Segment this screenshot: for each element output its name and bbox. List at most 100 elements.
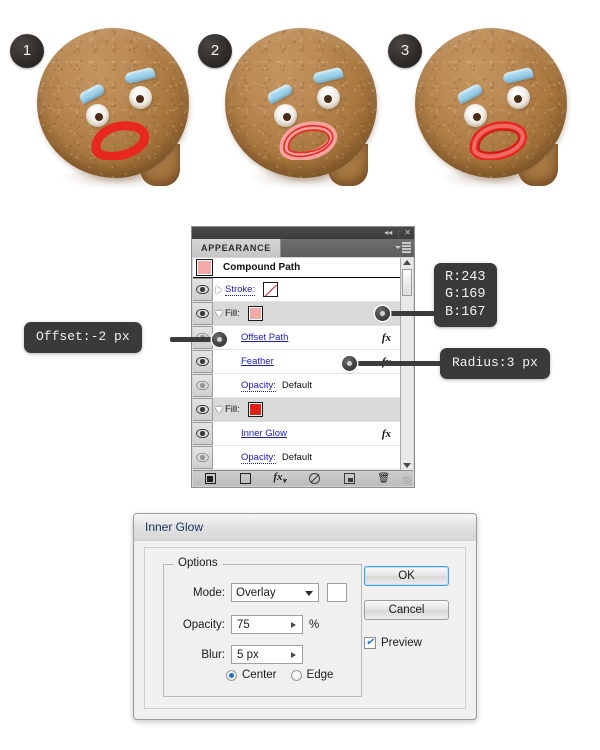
mode-label: Mode: [193, 586, 225, 599]
row-label-fill-2[interactable]: Fill: [225, 404, 240, 415]
titlebar-separator: | [397, 228, 400, 238]
table-row[interactable]: Inner Glow fx [193, 422, 400, 446]
inner-glow-dialog[interactable]: Inner Glow Options Mode: Overlay Opacity… [133, 513, 477, 720]
spinner-arrow-icon[interactable] [291, 652, 296, 658]
radio-edge[interactable]: Edge [290, 669, 334, 681]
callout-knob-feather [342, 356, 357, 371]
row-label-stroke[interactable]: Stroke: [225, 284, 256, 296]
add-new-stroke-button[interactable] [193, 473, 228, 484]
callout-leader-radius [348, 361, 444, 366]
table-row[interactable]: Opacity: Default [193, 374, 400, 398]
step-badge-3: 3 [388, 34, 422, 68]
row-label-opacity-1[interactable]: Opacity: [241, 380, 276, 392]
visibility-toggle-icon[interactable] [193, 374, 213, 397]
panel-titlebar: ◂◂ | ✕ [192, 227, 414, 239]
add-new-fill-button[interactable] [228, 473, 263, 484]
visibility-toggle-icon[interactable] [193, 398, 213, 421]
row-label-fill-1[interactable]: Fill: [225, 308, 240, 319]
row-label-inner-glow[interactable]: Inner Glow [241, 428, 287, 439]
tab-appearance[interactable]: APPEARANCE [192, 239, 282, 257]
hamburger-icon [402, 242, 411, 253]
opacity-row: Opacity: 75 % [173, 615, 358, 634]
preview-checkbox[interactable]: ✔ [364, 637, 376, 649]
radio-edge-label: Edge [306, 669, 334, 681]
eye-icon [196, 285, 209, 294]
dialog-titlebar: Inner Glow [134, 514, 476, 541]
blur-row: Blur: 5 px [173, 645, 358, 664]
clear-appearance-button[interactable] [297, 473, 332, 484]
step-badge-2: 2 [198, 34, 232, 68]
row-label-offset-path[interactable]: Offset Path [241, 332, 288, 343]
add-new-effect-button[interactable]: fx▾ [262, 471, 297, 485]
mouth-icing [90, 118, 150, 160]
options-legend: Options [174, 557, 222, 569]
chevron-down-icon [395, 245, 401, 249]
disclosure-triangle-icon[interactable] [213, 285, 225, 294]
target-swatch[interactable] [196, 259, 213, 276]
cookie-face-step-1: 1 [8, 20, 198, 205]
delete-item-button[interactable]: 🗑 [366, 473, 401, 484]
stroke-swatch-none[interactable] [263, 282, 279, 297]
ok-button[interactable]: OK [364, 566, 449, 586]
cookie-face-step-2: 2 [196, 20, 386, 205]
visibility-toggle-icon[interactable] [193, 446, 213, 469]
opacity-input[interactable]: 75 [231, 615, 303, 634]
spinner-arrow-icon[interactable] [291, 622, 296, 628]
close-icon[interactable]: ✕ [404, 229, 411, 237]
cookie-illustration-2 [220, 26, 380, 201]
blur-input-value: 5 px [237, 648, 259, 661]
row-label-opacity-2[interactable]: Opacity: [241, 452, 276, 464]
table-row[interactable]: Stroke: [193, 278, 400, 302]
panel-tabbar: APPEARANCE [192, 239, 414, 257]
callout-leader-offset [170, 337, 218, 342]
ok-button-label: OK [398, 570, 415, 582]
fill-swatch-1[interactable] [247, 306, 263, 321]
scrollbar-thumb[interactable] [402, 269, 412, 296]
opacity-label: Opacity: [182, 618, 225, 631]
blur-input[interactable]: 5 px [231, 645, 303, 664]
panel-menu-button[interactable] [395, 242, 411, 253]
eye-icon [196, 453, 209, 462]
scroll-up-arrow-icon[interactable] [403, 260, 411, 265]
add-new-effect-icon: fx▾ [273, 471, 287, 486]
visibility-toggle-icon[interactable] [193, 422, 213, 445]
dialog-actions: OK Cancel ✔ Preview [364, 566, 449, 649]
cancel-button[interactable]: Cancel [364, 600, 449, 620]
opacity-unit: % [309, 618, 320, 631]
cookie-face-step-3: 3 [386, 20, 576, 205]
duplicate-item-button[interactable] [332, 473, 367, 484]
scroll-down-arrow-icon[interactable] [403, 463, 411, 468]
table-row[interactable]: Fill: [193, 398, 400, 422]
glow-color-swatch[interactable] [327, 583, 347, 602]
appearance-panel[interactable]: ◂◂ | ✕ APPEARANCE Compound Path Stroke: [191, 226, 415, 488]
chevron-down-icon [305, 591, 313, 596]
appearance-target-header[interactable]: Compound Path [193, 258, 400, 278]
table-row[interactable]: Opacity: Default [193, 446, 400, 470]
mode-select[interactable]: Overlay [231, 583, 319, 602]
row-label-feather[interactable]: Feather [241, 356, 274, 367]
tab-appearance-label: APPEARANCE [201, 243, 272, 253]
callout-leader-rgb [383, 311, 435, 316]
disclosure-triangle-icon[interactable] [213, 310, 225, 317]
mouth-icing [278, 118, 338, 160]
eye-icon [196, 309, 209, 318]
visibility-toggle-icon[interactable] [193, 278, 213, 301]
blur-label: Blur: [201, 648, 225, 661]
table-row[interactable]: Fill: [193, 302, 400, 326]
check-icon: ✔ [365, 637, 375, 648]
disclosure-triangle-icon[interactable] [213, 406, 225, 413]
opacity-value-2: Default [281, 452, 312, 463]
radio-center[interactable]: Center [226, 669, 277, 681]
collapse-panel-icon[interactable]: ◂◂ [384, 229, 392, 237]
effect-options-icon[interactable]: fx [382, 332, 391, 344]
resize-grip-icon[interactable] [401, 474, 412, 484]
effect-options-icon[interactable]: fx [382, 428, 391, 440]
preview-checkbox-row[interactable]: ✔ Preview [364, 637, 449, 649]
callout-knob-offset-path [212, 332, 227, 347]
visibility-toggle-icon[interactable] [193, 350, 213, 373]
fill-swatch-2[interactable] [247, 402, 263, 417]
delete-item-icon: 🗑 [377, 473, 391, 484]
duplicate-item-icon [343, 473, 355, 484]
visibility-toggle-icon[interactable] [193, 302, 213, 325]
cookie-illustration-1 [32, 26, 192, 201]
